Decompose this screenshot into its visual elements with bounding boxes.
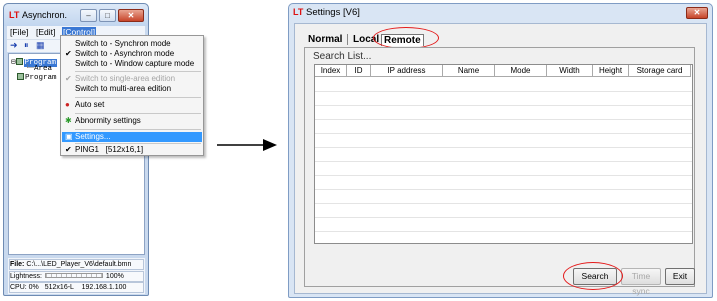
forward-icon[interactable]: ➜ bbox=[10, 40, 18, 51]
tree-node-label: Area bbox=[34, 65, 53, 73]
lightness-status: Lightness: 100% bbox=[9, 271, 144, 282]
system-status: CPU: 0% 512x16-L 192.168.1.100 bbox=[9, 282, 144, 293]
settings-title: Settings [V6] bbox=[306, 7, 360, 18]
settings-content: Normal Local Remote Search List... Index… bbox=[294, 23, 707, 296]
column-header-id[interactable]: ID bbox=[347, 65, 371, 77]
row-divider bbox=[315, 231, 692, 232]
maximize-button[interactable]: □ bbox=[99, 9, 116, 22]
lightness-label: Lightness: bbox=[10, 273, 42, 280]
check-icon: ✔ bbox=[65, 145, 72, 154]
exit-button[interactable]: Exit bbox=[665, 268, 695, 285]
menu-item-asynchron-mode[interactable]: ✔ Switch to - Asynchron mode bbox=[62, 49, 202, 59]
row-divider bbox=[315, 203, 692, 204]
file-label: File: bbox=[10, 261, 25, 268]
row-divider bbox=[315, 133, 692, 134]
flow-arrow-icon bbox=[217, 139, 277, 151]
control-menu: Switch to - Synchron mode ✔ Switch to - … bbox=[60, 35, 204, 156]
column-header-height[interactable]: Height bbox=[593, 65, 629, 77]
row-divider bbox=[315, 217, 692, 218]
file-path: C:\...\LED_Player_V6\default.bmn bbox=[26, 261, 132, 268]
column-header-ip-address[interactable]: IP address bbox=[371, 65, 443, 77]
main-window-title: Asynchron. bbox=[22, 10, 68, 20]
row-divider bbox=[315, 105, 692, 106]
check-icon: ✔ bbox=[65, 49, 72, 58]
column-header-name[interactable]: Name bbox=[443, 65, 495, 77]
menu-separator bbox=[75, 143, 201, 144]
menu-separator bbox=[75, 71, 201, 72]
row-divider bbox=[315, 161, 692, 162]
menu-item-auto-set[interactable]: ● Auto set bbox=[62, 100, 202, 110]
auto-set-icon: ● bbox=[65, 100, 70, 109]
row-divider bbox=[315, 189, 692, 190]
menu-item-single-area: ✔ Switch to single-area edition bbox=[62, 74, 202, 84]
minimize-button[interactable]: – bbox=[80, 9, 97, 22]
pause-icon[interactable]: ⏸ bbox=[24, 40, 29, 51]
time-sync-button[interactable]: Time sync bbox=[621, 268, 661, 296]
column-header-storage-card[interactable]: Storage card bbox=[629, 65, 691, 77]
menu-item-label: Settings... bbox=[75, 132, 111, 141]
column-header-mode[interactable]: Mode bbox=[495, 65, 547, 77]
menu-separator bbox=[75, 113, 201, 114]
tree-node-label: Program bbox=[25, 74, 57, 82]
search-list-label: Search List... bbox=[313, 51, 372, 62]
menu-item-label: Switch to single-area edition bbox=[75, 74, 176, 83]
settings-icon: ▣ bbox=[65, 132, 73, 141]
row-divider bbox=[315, 91, 692, 92]
tab-separator bbox=[347, 34, 348, 45]
lightness-value: 100% bbox=[105, 273, 124, 280]
menu-item-label: Auto set bbox=[75, 100, 105, 109]
cpu-usage: CPU: 0% bbox=[10, 284, 39, 291]
lightness-slider[interactable] bbox=[44, 273, 103, 278]
app-logo: LT bbox=[9, 10, 20, 20]
menu-item-label: Switch to - Window capture mode bbox=[75, 59, 195, 68]
menu-item-synchron-mode[interactable]: Switch to - Synchron mode bbox=[62, 39, 202, 49]
menu-separator bbox=[75, 97, 201, 98]
menu-item-multi-area[interactable]: Switch to multi-area edition bbox=[62, 84, 202, 94]
abnormity-icon: ✱ bbox=[65, 116, 72, 125]
menu-item-label: Switch to multi-area edition bbox=[75, 84, 172, 93]
annotation-circle-search bbox=[563, 262, 623, 290]
menu-item-label: PING1 [512x16,1] bbox=[75, 145, 144, 154]
area-icon: └─ bbox=[25, 65, 35, 73]
program-icon bbox=[15, 58, 23, 65]
device-list-table[interactable]: Index ID IP address Name Mode Width Heig… bbox=[314, 64, 693, 244]
settings-titlebar[interactable]: LT Settings [V6] ✕ bbox=[289, 4, 712, 22]
row-divider bbox=[315, 119, 692, 120]
column-header-index[interactable]: Index bbox=[315, 65, 347, 77]
tree-node-program-2[interactable]: Program bbox=[17, 73, 57, 82]
check-icon: ✔ bbox=[65, 74, 72, 83]
close-button[interactable]: ✕ bbox=[118, 9, 144, 22]
row-divider bbox=[315, 175, 692, 176]
screen-size: 512x16-L bbox=[44, 284, 74, 291]
grid-icon[interactable]: ▦ bbox=[36, 40, 45, 51]
column-header-width[interactable]: Width bbox=[547, 65, 593, 77]
app-logo: LT bbox=[293, 7, 304, 17]
annotation-circle-remote bbox=[373, 27, 439, 49]
remote-panel: Search List... Index ID IP address Name … bbox=[304, 47, 695, 296]
status-panel: File: C:\...\LED_Player_V6\default.bmn L… bbox=[8, 258, 145, 294]
close-button[interactable]: ✕ bbox=[686, 7, 708, 19]
program-icon bbox=[17, 73, 24, 80]
menu-edit[interactable]: [Edit] bbox=[35, 27, 56, 37]
settings-dialog: LT Settings [V6] ✕ Normal Local Remote S… bbox=[288, 3, 713, 298]
menu-item-label: Switch to - Synchron mode bbox=[75, 39, 171, 48]
menu-item-settings[interactable]: ▣ Settings... bbox=[62, 132, 202, 142]
tree-node-area[interactable]: └─Area bbox=[25, 65, 52, 73]
ip-address: 192.168.1.100 bbox=[81, 284, 127, 291]
main-window-titlebar[interactable]: LT Asynchron. – □ ✕ bbox=[4, 4, 148, 26]
menu-item-ping1[interactable]: ✔ PING1 [512x16,1] bbox=[62, 145, 202, 155]
menu-file[interactable]: [File] bbox=[9, 27, 29, 37]
menu-item-window-capture-mode[interactable]: Switch to - Window capture mode bbox=[62, 59, 202, 69]
file-status: File: C:\...\LED_Player_V6\default.bmn bbox=[9, 259, 144, 270]
menu-separator bbox=[75, 129, 201, 130]
menu-item-abnormity-settings[interactable]: ✱ Abnormity settings bbox=[62, 116, 202, 126]
menu-item-label: Abnormity settings bbox=[75, 116, 141, 125]
menu-item-label: Switch to - Asynchron mode bbox=[75, 49, 175, 58]
row-divider bbox=[315, 147, 692, 148]
tab-normal[interactable]: Normal bbox=[308, 34, 342, 45]
